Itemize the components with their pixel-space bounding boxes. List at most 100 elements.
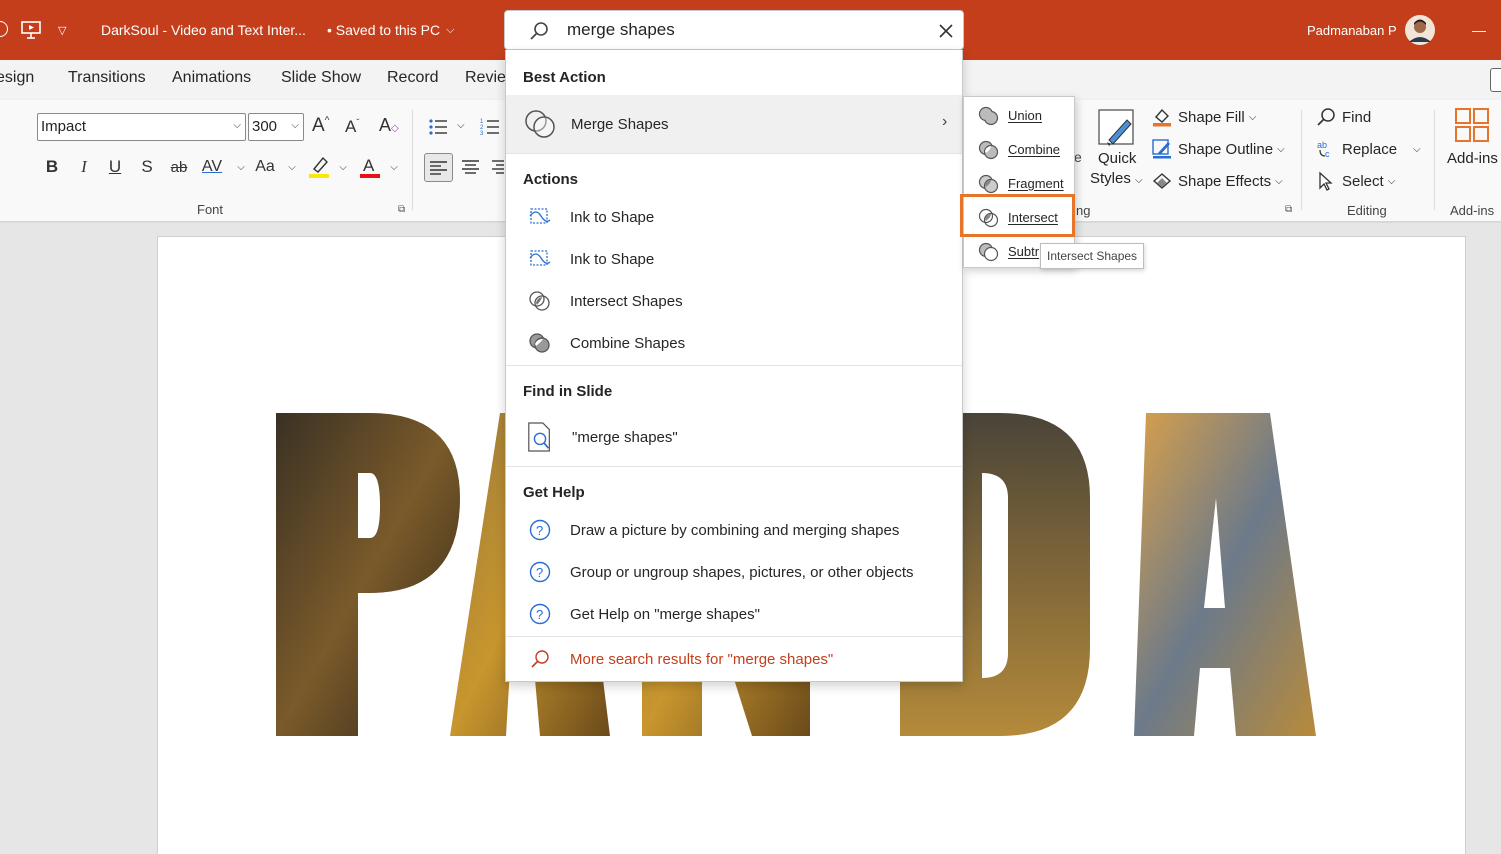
replace-icon: abc	[1317, 140, 1330, 159]
select-button[interactable]: Select ⌵	[1316, 171, 1395, 191]
action-ink-to-shape[interactable]: Ink to Shape	[506, 238, 962, 280]
more-search-results-link[interactable]: More search results for "merge shapes"	[506, 638, 962, 680]
quick-styles-button[interactable]: Quick Styles ⌵	[1088, 106, 1146, 194]
search-dropdown: Best Action Merge Shapes › Actions Ink t…	[505, 50, 963, 682]
get-help-heading: Get Help	[523, 484, 585, 501]
help-icon: ?	[526, 560, 554, 584]
replace-button[interactable]: ab c Replace ⌵	[1316, 139, 1421, 159]
customize-toolbar-icon[interactable]: ▽	[58, 0, 66, 60]
action-ink-to-shape[interactable]: Ink to Shape	[506, 196, 962, 238]
font-color-icon: A	[360, 156, 380, 178]
search-box[interactable]: merge shapes	[504, 10, 964, 50]
svg-text:?: ?	[536, 565, 543, 580]
help-icon: ?	[526, 602, 554, 626]
chevron-down-icon: ⌵	[291, 120, 299, 131]
shrink-font-icon[interactable]: Aˇ	[345, 117, 359, 137]
best-action-merge-shapes[interactable]: Merge Shapes ›	[506, 95, 962, 153]
dialog-launcher-icon[interactable]: ⧉	[1285, 204, 1292, 215]
tab-record[interactable]: Record	[387, 69, 439, 87]
clear-formatting-icon[interactable]: A◇	[379, 115, 399, 136]
addins-label: Add-ins	[1447, 150, 1498, 167]
align-right-icon[interactable]	[492, 159, 504, 175]
font-size-combo[interactable]: 300 ⌵	[248, 113, 304, 141]
best-action-heading: Best Action	[523, 69, 606, 86]
action-combine-shapes[interactable]: Combine Shapes	[506, 322, 962, 364]
subtract-icon	[978, 242, 999, 262]
tab-review[interactable]: Revie	[465, 69, 506, 87]
action-label: Combine Shapes	[570, 334, 686, 352]
combine-menu-item[interactable]: Combine	[964, 132, 1074, 166]
editing-group-label: Editing	[1347, 203, 1387, 218]
save-state[interactable]: • Saved to this PC ⌵	[327, 0, 454, 60]
action-label: Intersect Shapes	[570, 292, 683, 310]
chevron-right-icon: ›	[942, 113, 948, 130]
chevron-down-icon[interactable]: ⌵	[279, 153, 305, 181]
find-in-slide-item[interactable]: "merge shapes"	[506, 412, 962, 462]
action-label: Ink to Shape	[570, 208, 655, 226]
bold-button[interactable]: B	[39, 153, 65, 181]
font-color-button[interactable]: A	[357, 153, 383, 181]
svg-text:c: c	[1325, 149, 1330, 159]
font-name-combo[interactable]: Impact ⌵	[37, 113, 246, 141]
dialog-launcher-icon[interactable]: ⧉	[398, 204, 405, 215]
font-group-label: Font	[197, 202, 224, 217]
addins-button[interactable]: Add-ins	[1445, 106, 1501, 176]
italic-button[interactable]: I	[71, 153, 97, 181]
help-icon: ?	[526, 518, 554, 542]
search-icon	[526, 647, 554, 671]
arrange-partial-label: e	[1074, 149, 1082, 165]
text-shadow-button[interactable]: S	[134, 153, 160, 181]
tab-transitions[interactable]: Transitions	[68, 69, 146, 87]
svg-text:?: ?	[536, 607, 543, 622]
tab-animations[interactable]: Animations	[172, 69, 251, 87]
slideshow-start-icon[interactable]	[20, 0, 42, 60]
highlight-button[interactable]	[306, 153, 332, 181]
bullets-icon[interactable]	[428, 117, 448, 137]
intersect-shapes-icon	[526, 289, 554, 313]
chevron-down-icon[interactable]: ⌵	[381, 153, 407, 181]
window-circle-icon[interactable]	[0, 21, 8, 37]
tab-design[interactable]: esign	[0, 69, 34, 87]
close-icon[interactable]	[939, 24, 953, 38]
help-item[interactable]: ? Draw a picture by combining and mergin…	[506, 509, 962, 551]
quick-styles-label-2: Styles ⌵	[1090, 170, 1143, 187]
union-icon	[978, 106, 999, 126]
fragment-icon	[978, 174, 999, 194]
ink-to-shape-icon	[526, 247, 554, 271]
intersect-tooltip: Intersect Shapes	[1040, 243, 1145, 269]
numbering-icon[interactable]: 123	[480, 117, 500, 137]
shape-fill-button[interactable]: Shape Fill ⌵	[1152, 107, 1256, 127]
align-center-icon[interactable]	[462, 159, 480, 175]
tab-slide-show[interactable]: Slide Show	[281, 69, 361, 87]
union-menu-item[interactable]: Union	[964, 98, 1074, 132]
combine-icon	[978, 140, 999, 160]
action-intersect-shapes[interactable]: Intersect Shapes	[506, 280, 962, 322]
svg-text:3: 3	[480, 131, 484, 137]
addins-group-label: Add-ins	[1450, 203, 1495, 218]
strikethrough-button[interactable]: ab	[166, 153, 192, 181]
character-spacing-button[interactable]: AV	[198, 153, 226, 181]
addins-icon	[1455, 108, 1489, 142]
help-item-label: Draw a picture by combining and merging …	[570, 521, 900, 539]
align-left-button[interactable]	[424, 153, 453, 182]
grow-font-icon[interactable]: A^	[312, 115, 329, 137]
help-item[interactable]: ? Group or ungroup shapes, pictures, or …	[506, 551, 962, 593]
user-name[interactable]: Padmanaban P	[1307, 0, 1397, 60]
chevron-down-icon[interactable]: ⌵	[330, 153, 356, 181]
change-case-button[interactable]: Aa	[251, 153, 279, 181]
find-document-icon	[526, 420, 554, 454]
underline-button[interactable]: U	[102, 153, 128, 181]
quick-styles-label: Quick	[1098, 150, 1137, 167]
avatar[interactable]	[1405, 0, 1435, 60]
find-button[interactable]: Find	[1316, 107, 1371, 127]
shape-effects-button[interactable]: Shape Effects ⌵	[1152, 171, 1283, 191]
search-icon	[530, 22, 548, 40]
chevron-down-icon[interactable]: ⌵	[457, 120, 465, 131]
minimize-button[interactable]: —	[1472, 0, 1486, 60]
paint-bucket-icon	[1153, 108, 1171, 127]
search-input[interactable]: merge shapes	[567, 20, 675, 40]
shape-outline-button[interactable]: Shape Outline ⌵	[1152, 139, 1285, 159]
comments-icon[interactable]	[1490, 68, 1501, 92]
help-item[interactable]: ? Get Help on "merge shapes"	[506, 593, 962, 635]
find-item-label: "merge shapes"	[572, 428, 678, 446]
